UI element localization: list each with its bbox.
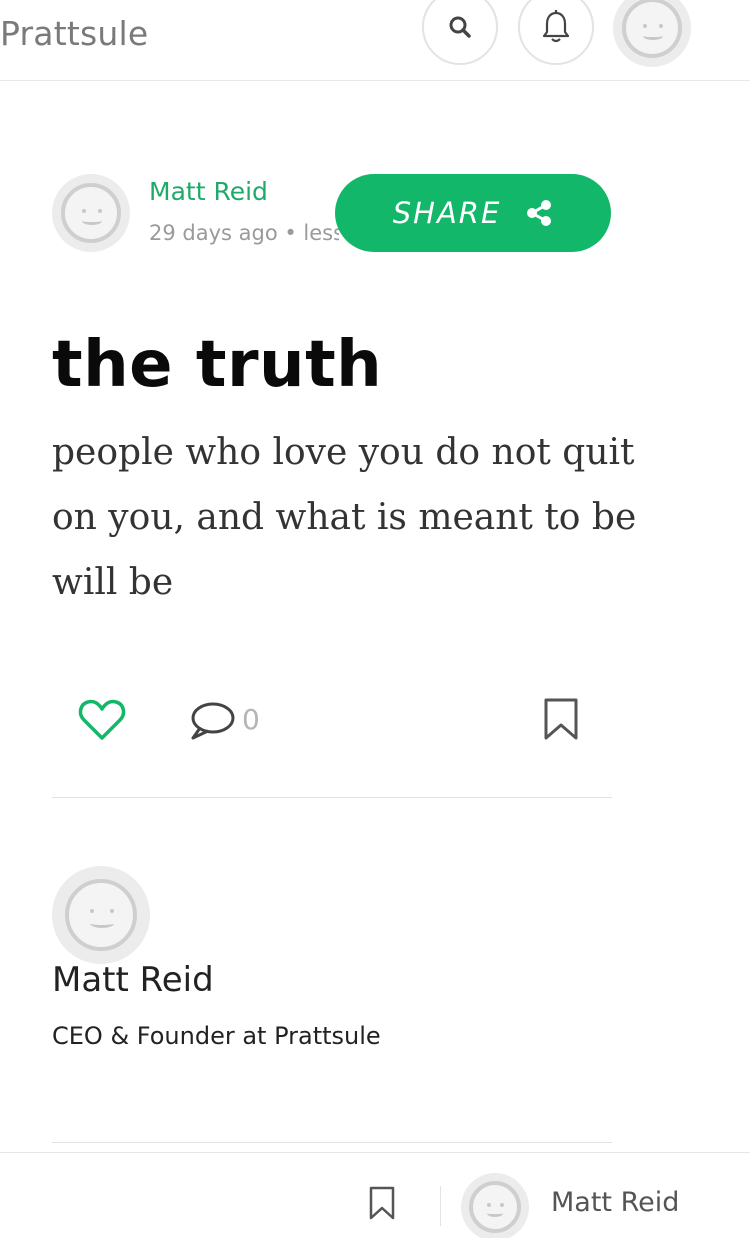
search-button[interactable] <box>422 0 498 65</box>
bookmark-icon[interactable] <box>368 1186 396 1220</box>
bottom-author-avatar[interactable] <box>461 1173 529 1238</box>
notifications-button[interactable] <box>518 0 594 65</box>
author-card-name[interactable]: Matt Reid <box>52 960 214 1000</box>
share-button[interactable]: SHARE <box>335 174 611 252</box>
post-meta: 29 days ago • less <box>149 221 339 245</box>
author-avatar[interactable] <box>52 174 130 252</box>
author-name-link[interactable]: Matt Reid <box>149 177 268 206</box>
avatar-icon <box>65 879 137 951</box>
bookmark-icon[interactable] <box>542 697 580 741</box>
heart-icon[interactable] <box>78 696 126 742</box>
divider <box>52 1142 612 1143</box>
divider <box>52 797 612 798</box>
author-card-avatar[interactable] <box>52 866 150 964</box>
separator <box>440 1186 441 1226</box>
top-bar: Prattsule <box>0 0 750 81</box>
search-icon <box>449 16 471 38</box>
post-title: the truth <box>52 328 383 402</box>
author-card-role: CEO & Founder at Prattsule <box>52 1022 381 1050</box>
avatar-icon <box>469 1181 521 1233</box>
avatar-icon <box>61 183 121 243</box>
share-label: SHARE <box>392 196 502 230</box>
profile-avatar-button[interactable] <box>613 0 691 67</box>
avatar-icon <box>622 0 682 58</box>
bell-icon <box>542 10 570 43</box>
share-icon <box>527 200 552 226</box>
comment-count: 0 <box>242 703 260 736</box>
brand-logo[interactable]: Prattsule <box>0 14 148 53</box>
bottom-author-name[interactable]: Matt Reid <box>551 1187 679 1218</box>
post-body: people who love you do not quit on you, … <box>52 432 637 603</box>
comment-icon[interactable] <box>188 700 236 742</box>
